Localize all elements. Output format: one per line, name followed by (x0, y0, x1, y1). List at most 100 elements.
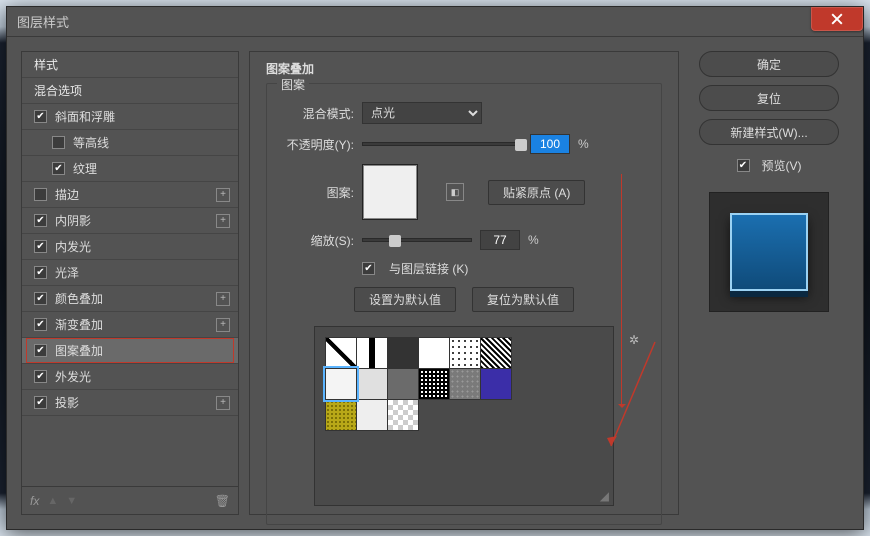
plus-icon[interactable]: + (216, 214, 230, 228)
pattern-thumb[interactable] (356, 399, 388, 431)
pattern-thumb[interactable] (449, 368, 481, 400)
sidebar-item-bevel[interactable]: 斜面和浮雕 (22, 104, 238, 130)
sidebar-item-contour[interactable]: 等高线 (22, 130, 238, 156)
checkbox-icon[interactable] (34, 344, 47, 357)
default-buttons-row: 设置为默认值 复位为默认值 (279, 287, 649, 312)
checkbox-icon[interactable] (34, 318, 47, 331)
sidebar-header-styles[interactable]: 样式 (22, 52, 238, 78)
checkbox-icon[interactable] (34, 110, 47, 123)
reset-default-button[interactable]: 复位为默认值 (472, 287, 574, 312)
pattern-swatch[interactable] (362, 164, 418, 220)
link-checkbox[interactable] (362, 262, 375, 275)
arrow-down-icon[interactable]: ▼ (66, 495, 77, 507)
pattern-thumb[interactable] (356, 337, 388, 369)
pattern-thumb[interactable] (418, 368, 450, 400)
preview-toggle[interactable]: 预览(V) (737, 157, 802, 174)
window-title: 图层样式 (17, 12, 69, 31)
checkbox-icon[interactable] (34, 370, 47, 383)
snap-origin-button[interactable]: 贴紧原点 (A) (488, 180, 585, 205)
slider-thumb-icon[interactable] (515, 139, 527, 151)
checkbox-icon[interactable] (52, 162, 65, 175)
link-label: 与图层链接 (K) (389, 260, 468, 277)
pattern-thumb[interactable] (325, 399, 357, 431)
link-row: 与图层链接 (K) (279, 260, 649, 277)
new-preset-icon[interactable]: ◧ (446, 183, 464, 201)
style-sidebar: 样式 混合选项 斜面和浮雕 等高线 纹理 描边+ 内阴影+ 内发光 光泽 颜色叠… (21, 51, 239, 515)
sidebar-item-texture[interactable]: 纹理 (22, 156, 238, 182)
pattern-thumb[interactable] (387, 399, 419, 431)
pattern-picker[interactable]: ✲ (314, 326, 614, 506)
style-list: 样式 混合选项 斜面和浮雕 等高线 纹理 描边+ 内阴影+ 内发光 光泽 颜色叠… (22, 52, 238, 486)
plus-icon[interactable]: + (216, 318, 230, 332)
preview-checkbox[interactable] (737, 159, 750, 172)
scale-slider[interactable] (362, 238, 472, 242)
preview-swatch (730, 213, 808, 291)
blend-mode-row: 混合模式: 点光 (279, 102, 649, 124)
blend-mode-select[interactable]: 点光 (362, 102, 482, 124)
right-column: 确定 复位 新建样式(W)... 预览(V) (689, 51, 849, 515)
slider-thumb-icon[interactable] (389, 235, 401, 247)
pattern-thumb[interactable] (418, 337, 450, 369)
titlebar[interactable]: 图层样式 (7, 7, 863, 37)
pattern-grid (325, 337, 603, 430)
sidebar-item-gradient-overlay[interactable]: 渐变叠加+ (22, 312, 238, 338)
sidebar-item-inner-glow[interactable]: 内发光 (22, 234, 238, 260)
plus-icon[interactable]: + (216, 292, 230, 306)
sidebar-header-blend[interactable]: 混合选项 (22, 78, 238, 104)
trash-icon[interactable]: 🗑 (215, 494, 230, 508)
checkbox-icon[interactable] (34, 292, 47, 305)
pattern-thumb[interactable] (387, 337, 419, 369)
opacity-slider[interactable] (362, 142, 522, 146)
panel-title: 图案叠加 (266, 60, 662, 77)
arrow-up-icon[interactable]: ▲ (47, 495, 58, 507)
fieldset-legend: 图案 (277, 76, 309, 93)
close-icon (831, 13, 843, 25)
pattern-thumb[interactable] (449, 337, 481, 369)
preview-label: 预览(V) (762, 157, 802, 174)
checkbox-icon[interactable] (34, 188, 47, 201)
dialog-body: 样式 混合选项 斜面和浮雕 等高线 纹理 描边+ 内阴影+ 内发光 光泽 颜色叠… (7, 37, 863, 529)
sidebar-item-outer-glow[interactable]: 外发光 (22, 364, 238, 390)
checkbox-icon[interactable] (34, 396, 47, 409)
pattern-fieldset: 图案 混合模式: 点光 不透明度(Y): % 图案: ◧ (266, 83, 662, 525)
sidebar-item-satin[interactable]: 光泽 (22, 260, 238, 286)
fx-icon[interactable]: fx (30, 494, 39, 508)
opacity-row: 不透明度(Y): % (279, 134, 649, 154)
pattern-thumb[interactable] (480, 337, 512, 369)
scale-label: 缩放(S): (279, 232, 354, 249)
scale-input[interactable] (480, 230, 520, 250)
set-default-button[interactable]: 设置为默认值 (354, 287, 456, 312)
pattern-thumb[interactable] (356, 368, 388, 400)
checkbox-icon[interactable] (52, 136, 65, 149)
sidebar-item-inner-shadow[interactable]: 内阴影+ (22, 208, 238, 234)
blend-mode-label: 混合模式: (279, 105, 354, 122)
checkbox-icon[interactable] (34, 266, 47, 279)
percent-label: % (578, 137, 589, 151)
sidebar-footer: fx ▲ ▼ 🗑 (22, 486, 238, 514)
opacity-input[interactable] (530, 134, 570, 154)
plus-icon[interactable]: + (216, 396, 230, 410)
pattern-thumb[interactable] (387, 368, 419, 400)
plus-icon[interactable]: + (216, 188, 230, 202)
pattern-thumb[interactable] (480, 368, 512, 400)
pattern-thumb[interactable] (325, 368, 357, 400)
preview-box (709, 192, 829, 312)
pattern-row: 图案: ◧ 贴紧原点 (A) (279, 164, 649, 220)
checkbox-icon[interactable] (34, 240, 47, 253)
sidebar-item-pattern-overlay[interactable]: 图案叠加 (22, 338, 238, 364)
close-button[interactable] (811, 7, 863, 31)
scale-row: 缩放(S): % (279, 230, 649, 250)
sidebar-item-drop-shadow[interactable]: 投影+ (22, 390, 238, 416)
new-style-button[interactable]: 新建样式(W)... (699, 119, 839, 145)
checkbox-icon[interactable] (34, 214, 47, 227)
options-panel: 图案叠加 图案 混合模式: 点光 不透明度(Y): % 图案: ◧ (249, 51, 679, 515)
pattern-thumb[interactable] (325, 337, 357, 369)
sidebar-item-stroke[interactable]: 描边+ (22, 182, 238, 208)
cancel-button[interactable]: 复位 (699, 85, 839, 111)
resize-handle-icon[interactable]: ◢ (600, 489, 609, 503)
opacity-label: 不透明度(Y): (279, 136, 354, 153)
pattern-label: 图案: (279, 184, 354, 201)
gear-icon[interactable]: ✲ (629, 333, 639, 347)
sidebar-item-color-overlay[interactable]: 颜色叠加+ (22, 286, 238, 312)
ok-button[interactable]: 确定 (699, 51, 839, 77)
